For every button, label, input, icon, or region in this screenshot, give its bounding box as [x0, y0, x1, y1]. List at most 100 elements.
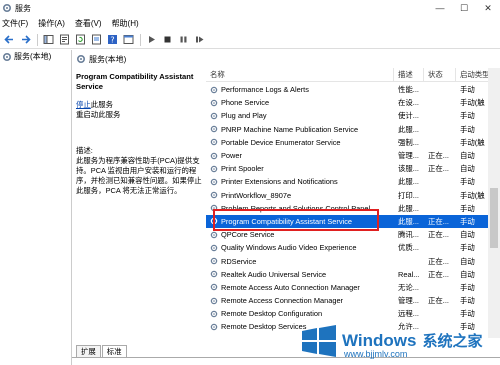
- service-row[interactable]: Remote Access Auto Connection Manager 无论.…: [206, 281, 500, 294]
- pause-service-button[interactable]: [176, 33, 190, 47]
- refresh-icon: [75, 34, 85, 45]
- service-name: Performance Logs & Alerts: [221, 85, 309, 95]
- service-name: Realtek Audio Universal Service: [221, 269, 327, 279]
- back-button[interactable]: [2, 33, 16, 47]
- service-row[interactable]: Realtek Audio Universal Service Real... 正在…: [206, 268, 500, 281]
- menu-view[interactable]: 查看(V): [75, 18, 102, 29]
- service-row[interactable]: Print Spooler 该服... 正在... 自动: [206, 162, 500, 175]
- help-button[interactable]: ?: [105, 33, 119, 47]
- service-name-cell: Realtek Audio Universal Service: [206, 270, 394, 279]
- service-name-cell: RDService: [206, 257, 394, 266]
- vertical-scrollbar[interactable]: [488, 68, 500, 338]
- service-row[interactable]: Quality Windows Audio Video Experience 优质…: [206, 241, 500, 254]
- stop-service-row: 停止此服务: [76, 100, 206, 110]
- service-name-cell: Plug and Play: [206, 111, 394, 120]
- forward-button[interactable]: [18, 33, 32, 47]
- service-description: 管理...: [398, 151, 419, 161]
- service-name-cell: Remote Access Auto Connection Manager: [206, 283, 394, 292]
- service-name-cell: Power: [206, 151, 394, 160]
- service-description: 此服...: [398, 124, 419, 134]
- column-header-name[interactable]: 名称: [206, 68, 394, 81]
- service-description: 此服...: [398, 203, 419, 213]
- service-row[interactable]: Portable Device Enumerator Service 强制... 手…: [206, 136, 500, 149]
- tab-extended[interactable]: 扩展: [76, 345, 101, 357]
- description-text: 此服务为程序兼容性助手(PCA)提供支持。PCA 监视由用户安装和运行的程序，并…: [76, 156, 202, 195]
- column-header-status[interactable]: 状态: [424, 68, 456, 81]
- service-row[interactable]: Printer Extensions and Notifications 此服..…: [206, 175, 500, 188]
- service-row[interactable]: QPCore Service 腾讯... 正在... 自动: [206, 228, 500, 241]
- tab-standard[interactable]: 标准: [101, 345, 127, 357]
- service-name: Program Compatibility Assistant Service: [221, 216, 353, 226]
- service-row[interactable]: RDService 正在... 自动: [206, 254, 500, 267]
- menu-help[interactable]: 帮助(H): [112, 18, 139, 29]
- service-row[interactable]: Performance Logs & Alerts 性能... 手动: [206, 83, 500, 96]
- restart-service-link[interactable]: 重启动: [76, 110, 98, 119]
- stop-service-link[interactable]: 停止: [76, 100, 91, 109]
- service-name: RDService: [221, 256, 257, 266]
- service-description: 强制...: [398, 137, 419, 147]
- gear-icon: [210, 205, 218, 212]
- service-row[interactable]: Power 管理... 正在... 自动: [206, 149, 500, 162]
- service-status: 正在...: [428, 230, 449, 240]
- gear-icon: [210, 112, 218, 120]
- service-description: 此服...: [398, 216, 419, 226]
- service-row[interactable]: PNRP Machine Name Publication Service 此服.…: [206, 123, 500, 136]
- service-row[interactable]: Problem Reports and Solutions Control Pa…: [206, 202, 500, 215]
- service-row[interactable]: Plug and Play 使计... 手动: [206, 109, 500, 122]
- title-bar: 服务 — ☐ ✕: [0, 0, 500, 16]
- service-status: 正在...: [428, 269, 449, 279]
- menu-file[interactable]: 文件(F): [2, 18, 28, 29]
- stop-icon: [164, 36, 170, 43]
- gear-icon: [2, 52, 12, 61]
- watermark: Windows 系统之家 www.bjjmlv.com: [300, 316, 500, 365]
- menu-action[interactable]: 操作(A): [38, 18, 65, 29]
- gear-icon: [210, 191, 218, 199]
- gear-icon: [210, 231, 218, 238]
- service-description: 该服...: [398, 164, 419, 174]
- service-name: Printer Extensions and Notifications: [221, 177, 338, 187]
- properties-button[interactable]: [57, 33, 71, 47]
- service-description: 性能...: [398, 85, 419, 95]
- service-row[interactable]: Program Compatibility Assistant Service 此…: [206, 214, 500, 229]
- refresh-button[interactable]: [73, 33, 87, 47]
- service-row[interactable]: PrintWorkflow_8907e 打印... 手动(触: [206, 189, 500, 202]
- close-button[interactable]: ✕: [476, 0, 500, 16]
- service-description: 此服...: [398, 177, 419, 187]
- restart-service-suffix: 此服务: [98, 110, 121, 119]
- service-description: 打印...: [398, 190, 419, 200]
- service-description: 使计...: [398, 111, 419, 121]
- export-list-button[interactable]: [89, 33, 103, 47]
- service-row[interactable]: Phone Service 在设... 手动(触: [206, 96, 500, 109]
- service-description: Real...: [398, 269, 420, 279]
- service-row[interactable]: Remote Access Connection Manager 管理... 正在.…: [206, 294, 500, 307]
- start-service-button[interactable]: [144, 33, 158, 47]
- show-hide-console-tree-button[interactable]: [41, 33, 55, 47]
- gear-icon: [210, 310, 218, 318]
- minimize-button[interactable]: —: [428, 0, 452, 16]
- column-header-row: 名称 描述 状态 启动类型: [206, 68, 500, 82]
- service-name-cell: QPCore Service: [206, 230, 394, 239]
- tree-node-services-local[interactable]: 服务(本地): [0, 50, 71, 63]
- help-icon: ?: [107, 35, 117, 45]
- maximize-button[interactable]: ☐: [452, 0, 476, 16]
- toolbar-separator: [37, 33, 38, 46]
- service-status: 正在...: [428, 151, 449, 161]
- service-name-cell: Phone Service: [206, 98, 394, 107]
- restart-service-button[interactable]: [192, 33, 206, 47]
- menu-bar: 文件(F) 操作(A) 查看(V) 帮助(H): [0, 16, 500, 30]
- service-name: Problem Reports and Solutions Control Pa…: [221, 203, 377, 213]
- service-name-cell: Print Spooler: [206, 164, 394, 173]
- service-description: 腾讯...: [398, 230, 419, 240]
- stop-service-button[interactable]: [160, 33, 174, 47]
- service-status: 正在...: [428, 164, 449, 174]
- scrollbar-thumb[interactable]: [490, 188, 498, 248]
- service-name-cell: Remote Access Connection Manager: [206, 296, 394, 305]
- gear-icon: [210, 244, 218, 252]
- service-name: Portable Device Enumerator Service: [221, 137, 341, 147]
- restart-service-row: 重启动此服务: [76, 110, 206, 120]
- service-description: 在设...: [398, 98, 419, 108]
- console-view-button[interactable]: [121, 33, 135, 47]
- service-name-cell: Problem Reports and Solutions Control Pa…: [206, 204, 394, 213]
- service-description: 优质...: [398, 243, 419, 253]
- column-header-description[interactable]: 描述: [394, 68, 424, 81]
